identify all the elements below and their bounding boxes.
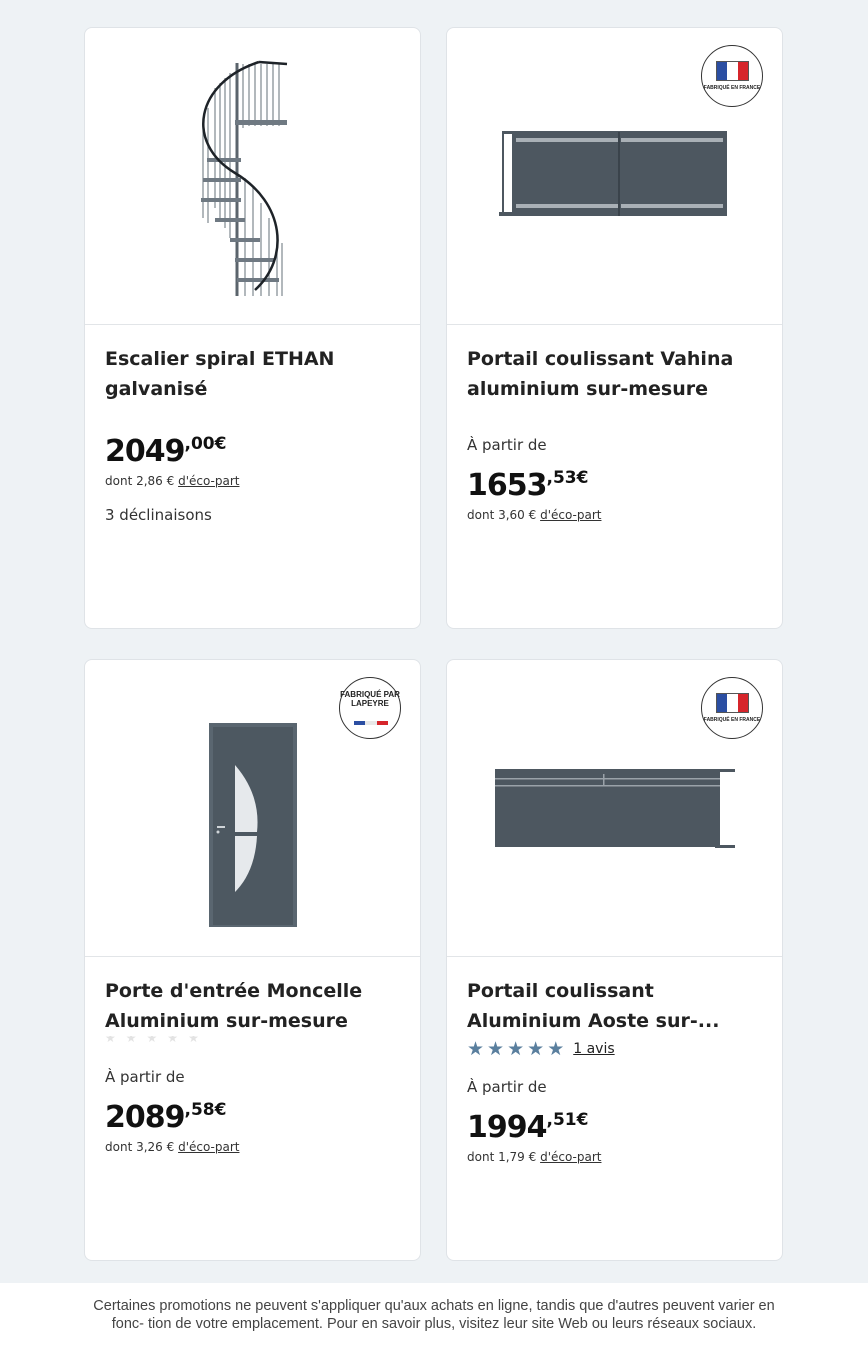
reviews-link[interactable]: 1 avis [573, 1041, 614, 1057]
product-title[interactable]: Portail coulissant Aluminium Aoste sur-.… [467, 976, 762, 1036]
eco-part-link[interactable]: d'éco-part [178, 1140, 239, 1154]
product-card[interactable]: FABRIQUÉ PAR LAPEYRE Porte d'entrée Monc… [84, 659, 421, 1261]
product-title[interactable]: Portail coulissant Vahina aluminium sur-… [467, 344, 762, 404]
product-image[interactable]: FABRIQUÉ EN FRANCE [447, 660, 782, 957]
price-decimal: ,51€ [546, 1110, 589, 1130]
product-image[interactable] [85, 28, 420, 325]
eco-part-link[interactable]: d'éco-part [540, 1150, 601, 1164]
made-in-france-badge: FABRIQUÉ EN FRANCE [701, 677, 763, 739]
empty-rating: ★ ★ ★ ★ ★ [105, 1036, 199, 1044]
eco-amount: dont 1,79 € [467, 1150, 541, 1164]
price-from-label: À partir de [105, 1068, 185, 1086]
badge-label: FABRIQUÉ PAR LAPEYRE [340, 690, 400, 708]
eco-part-link[interactable]: d'éco-part [540, 508, 601, 522]
product-card[interactable]: FABRIQUÉ EN FRANCE Portail coulissant Al… [446, 659, 783, 1261]
eco-amount: dont 3,26 € [105, 1140, 179, 1154]
product-image[interactable]: FABRIQUÉ EN FRANCE [447, 28, 782, 325]
eco-part-link[interactable]: d'éco-part [178, 474, 239, 488]
price-decimal: ,58€ [184, 1100, 227, 1120]
eco-participation: dont 3,26 € d'éco-part [105, 1140, 400, 1154]
french-flag-icon [716, 61, 749, 81]
made-by-lapeyre-badge: FABRIQUÉ PAR LAPEYRE [339, 677, 401, 739]
eco-amount: dont 3,60 € [467, 508, 541, 522]
rating[interactable]: ★ ★ ★ ★ ★ 1 avis [467, 1038, 762, 1060]
price-from-label: À partir de [467, 436, 547, 454]
product-price: 1653,53€ [467, 460, 762, 504]
product-image[interactable]: FABRIQUÉ PAR LAPEYRE [85, 660, 420, 957]
product-card[interactable]: Escalier spiral ETHAN galvanisé 2049,00€… [84, 27, 421, 629]
eco-participation: dont 2,86 € d'éco-part [105, 474, 400, 488]
price-integer: 1653 [467, 468, 547, 503]
eco-amount: dont 2,86 € [105, 474, 179, 488]
star-icon: ★ [527, 1038, 545, 1060]
product-title[interactable]: Escalier spiral ETHAN galvanisé [105, 344, 400, 404]
french-flag-icon [354, 721, 388, 725]
product-price: 1994,51€ [467, 1102, 762, 1146]
product-card[interactable]: FABRIQUÉ EN FRANCE Portail coulissant Va… [446, 27, 783, 629]
star-icon: ★ [467, 1038, 485, 1060]
made-in-france-badge: FABRIQUÉ EN FRANCE [701, 45, 763, 107]
price-integer: 2049 [105, 434, 185, 469]
eco-participation: dont 3,60 € d'éco-part [467, 508, 762, 522]
product-price: 2089,58€ [105, 1092, 400, 1136]
french-flag-icon [716, 693, 749, 713]
eco-participation: dont 1,79 € d'éco-part [467, 1150, 762, 1164]
spiral-staircase-image [201, 60, 288, 296]
star-icon: ★ [487, 1038, 505, 1060]
disclaimer-text: Certaines promotions ne peuvent s'appliq… [93, 1298, 775, 1332]
price-decimal: ,00€ [184, 434, 227, 454]
price-integer: 1994 [467, 1110, 547, 1145]
badge-label: FABRIQUÉ EN FRANCE [703, 717, 761, 723]
price-decimal: ,53€ [546, 468, 589, 488]
star-icon: ★ [507, 1038, 525, 1060]
price-from-label: À partir de [467, 1078, 547, 1096]
product-title[interactable]: Porte d'entrée Moncelle Aluminium sur-me… [105, 976, 400, 1036]
badge-label: FABRIQUÉ EN FRANCE [703, 85, 761, 91]
price-integer: 2089 [105, 1100, 185, 1135]
disclaimer-footer: Certaines promotions ne peuvent s'appliq… [0, 1283, 868, 1351]
star-icon: ★ [547, 1038, 565, 1060]
product-price: 2049,00€ [105, 426, 400, 470]
variants-count: 3 déclinaisons [105, 506, 212, 524]
